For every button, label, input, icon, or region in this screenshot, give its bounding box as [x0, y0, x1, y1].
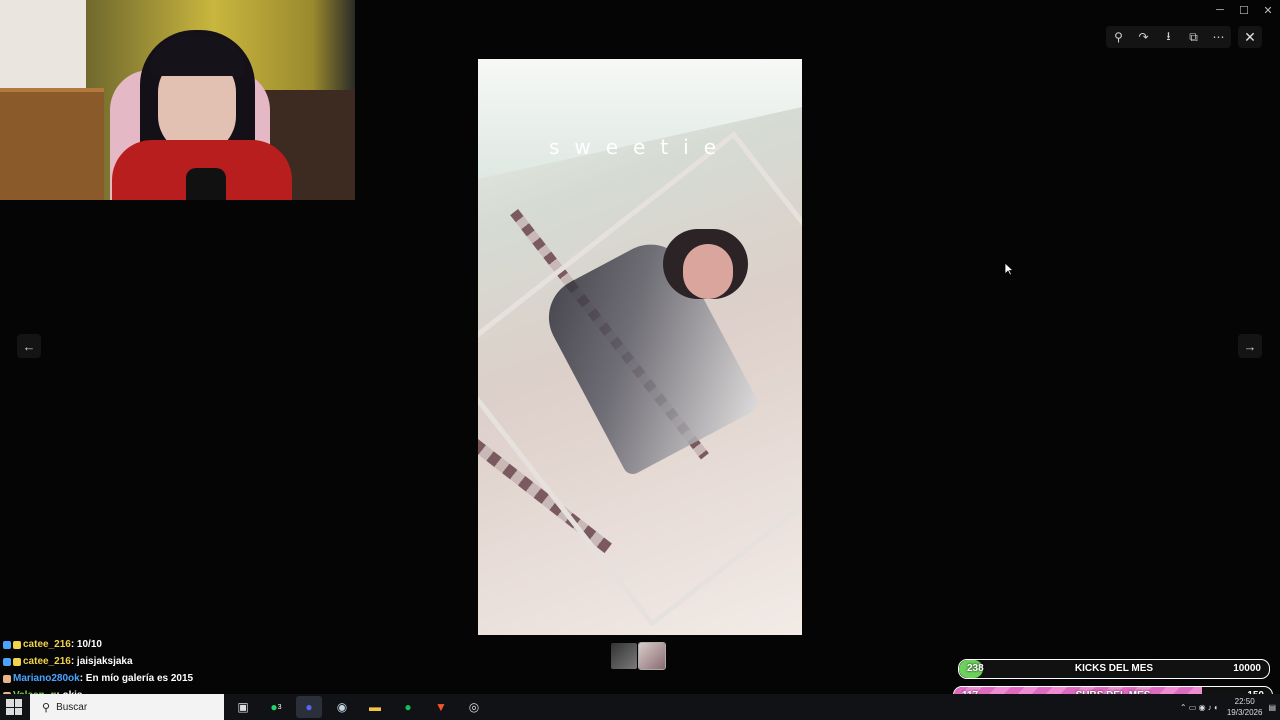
photo-caption: sweetie: [548, 135, 732, 159]
open-external-icon[interactable]: ⧉: [1184, 30, 1204, 45]
window-close-button[interactable]: ✕: [1256, 0, 1280, 20]
download-icon[interactable]: ⭳: [1159, 27, 1179, 48]
taskbar-apps: ▣ ● 3 ● ◉ ▬ ● ▼ ◎: [230, 694, 494, 720]
taskbar-search[interactable]: ⚲ Buscar: [30, 694, 224, 720]
zoom-icon[interactable]: ⚲: [1109, 30, 1129, 44]
minimize-button[interactable]: ─: [1208, 0, 1232, 20]
chat-text: : En mío galería es 2015: [79, 673, 194, 684]
discord-icon[interactable]: ●: [296, 696, 322, 718]
taskbar: ⚲ Buscar ▣ ● 3 ● ◉ ▬ ● ▼ ◎ ⌃ ▭ ◉ ♪ ◐ 22:5…: [0, 694, 1280, 720]
photo-person-face: [683, 244, 733, 299]
steam-icon[interactable]: ◉: [329, 696, 355, 718]
file-explorer-icon[interactable]: ▬: [362, 696, 388, 718]
webcam-dresser: [0, 88, 104, 200]
tray-icons[interactable]: ⌃ ▭ ◉ ♪ ◐: [1180, 703, 1219, 712]
badge-icon: [3, 657, 11, 666]
chat-message: catee_216 : 10/10: [3, 636, 343, 653]
webcam-streamer-bangs: [150, 36, 245, 76]
start-button[interactable]: [6, 699, 22, 715]
thumbnail-strip: [611, 642, 666, 670]
kicks-goal-bar: 238 KICKS DEL MES 10000: [958, 659, 1270, 679]
windows-logo-icon: [6, 699, 14, 707]
previous-image-button[interactable]: ←: [17, 334, 41, 358]
badge-icon: [3, 674, 11, 683]
rotate-icon[interactable]: ↷: [1134, 30, 1154, 44]
window-controls: ─ ☐ ✕: [1208, 0, 1280, 20]
system-tray: ⌃ ▭ ◉ ♪ ◐ 22:50 19/3/2026 ▤: [1180, 694, 1276, 720]
chat-username: catee_216: [23, 639, 71, 650]
kicks-max: 10000: [1233, 663, 1261, 674]
chat-text: : jaisjaksjaka: [70, 656, 133, 667]
webcam-microphone: [186, 168, 226, 200]
viewer-toolbar: ⚲ ↷ ⭳ ⧉ ⋯: [1106, 26, 1231, 48]
brave-icon[interactable]: ▼: [428, 696, 454, 718]
maximize-button[interactable]: ☐: [1232, 0, 1256, 20]
webcam-overlay: [0, 0, 355, 200]
chat-message: catee_216 : jaisjaksjaka: [3, 653, 343, 670]
whatsapp-icon[interactable]: ● 3: [263, 696, 289, 718]
next-image-button[interactable]: →: [1238, 334, 1262, 358]
clock[interactable]: 22:50 19/3/2026: [1227, 696, 1263, 718]
viewer-image: sweetie: [478, 59, 802, 635]
kicks-label: KICKS DEL MES: [1074, 663, 1154, 674]
chat-text: : 10/10: [70, 639, 102, 650]
chat-username: Mariano280ok: [13, 673, 80, 684]
thumbnail-selected[interactable]: [638, 642, 666, 670]
badge-icon: [13, 640, 21, 649]
notification-icon[interactable]: ▤: [1268, 703, 1276, 712]
thumbnail[interactable]: [611, 643, 637, 669]
chat-message: Mariano280ok : En mío galería es 2015: [3, 670, 343, 687]
task-view-icon[interactable]: ▣: [230, 696, 256, 718]
arrow-right-icon: →: [1243, 338, 1257, 354]
badge-icon: [3, 640, 11, 649]
search-placeholder: Buscar: [56, 701, 88, 713]
arrow-left-icon: ←: [22, 338, 36, 354]
clock-date: 19/3/2026: [1226, 708, 1263, 717]
search-icon: ⚲: [42, 701, 51, 714]
clock-time: 22:50: [1234, 697, 1255, 706]
viewer-close-button[interactable]: ✕: [1238, 26, 1262, 48]
webcam-door: [0, 0, 86, 95]
whatsapp-badge: 3: [277, 703, 282, 711]
more-options-icon[interactable]: ⋯: [1209, 30, 1229, 44]
spotify-icon[interactable]: ●: [395, 696, 421, 718]
chat-username: catee_216: [23, 656, 71, 667]
badge-icon: [13, 657, 21, 666]
obs-icon[interactable]: ◎: [461, 696, 487, 718]
